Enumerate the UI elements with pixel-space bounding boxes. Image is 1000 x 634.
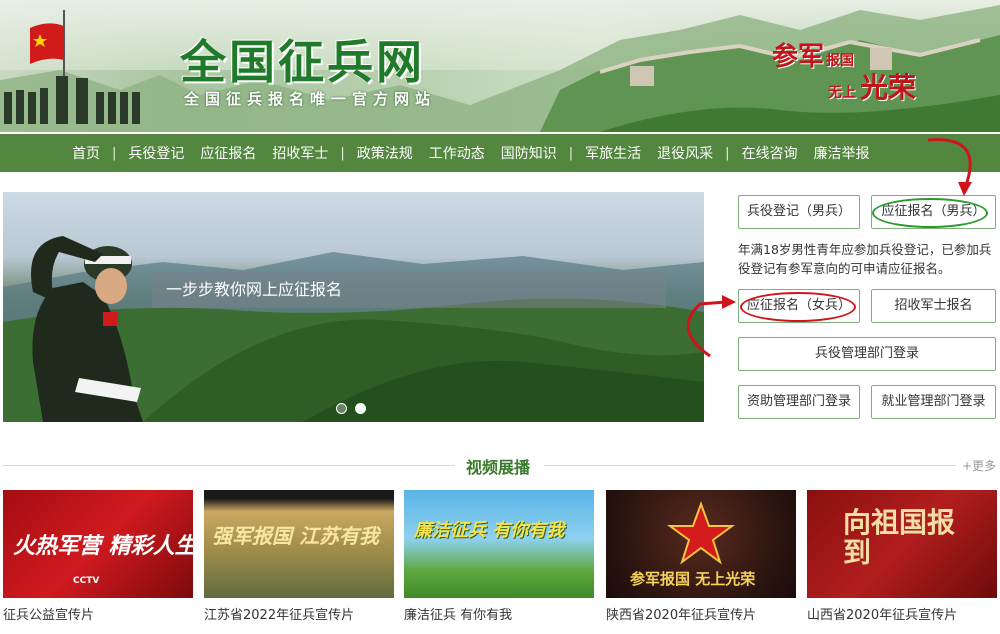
video-caption[interactable]: 廉洁征兵 有你有我 (404, 604, 512, 623)
nav-integrity-report[interactable]: 廉洁举报 (806, 143, 878, 163)
video-thumbnail[interactable]: 廉洁征兵 有你有我 (404, 490, 594, 598)
nav-separator: | (112, 145, 117, 161)
video-art-title: 火热军营 精彩人生 (13, 534, 193, 559)
nav-online-consult[interactable]: 在线咨询 (734, 143, 806, 163)
slogan-text: 光荣 (860, 71, 917, 104)
video-thumbnail[interactable]: 强军报国 江苏有我 (204, 490, 394, 598)
slogan-text: 无上 (828, 85, 856, 101)
carousel-dot[interactable] (336, 403, 347, 414)
btn-nco-signup[interactable]: 招收军士报名 (871, 289, 996, 323)
video-art-sub: CCTV (73, 576, 100, 586)
nav-separator: | (725, 145, 730, 161)
video-thumbnail[interactable]: 向祖国报到 (807, 490, 997, 598)
nav-home[interactable]: 首页 (64, 143, 108, 163)
video-caption[interactable]: 江苏省2022年征兵宣传片 (204, 604, 354, 623)
btn-employment-admin-login[interactable]: 就业管理部门登录 (871, 385, 996, 419)
btn-aid-admin-login[interactable]: 资助管理部门登录 (738, 385, 860, 419)
slogan-text: 参军 (772, 42, 825, 72)
nav-work-news[interactable]: 工作动态 (421, 143, 493, 163)
hero-caption[interactable]: 一步步教你网上应征报名 (152, 272, 666, 308)
site-subtitle: 全国征兵报名唯一官方网站 (184, 90, 437, 108)
video-art-title: 廉洁征兵 有你有我 (414, 520, 565, 541)
nav-enlistment-signup[interactable]: 应征报名 (192, 143, 264, 163)
nav-policies[interactable]: 政策法规 (349, 143, 421, 163)
btn-enlist-female[interactable]: 应征报名（女兵） (738, 289, 860, 323)
video-caption[interactable]: 陕西省2020年征兵宣传片 (606, 604, 756, 623)
site-banner: 全国征兵网 全国征兵报名唯一官方网站 参军 报国 无上 光荣 (0, 0, 1000, 132)
nav-defense-knowledge[interactable]: 国防知识 (493, 143, 565, 163)
slogan-bottom: 无上 光荣 (828, 66, 916, 106)
arrow-head-icon (722, 295, 736, 309)
more-videos-link[interactable]: +更多 (962, 457, 996, 474)
video-section-title: 视频展播 (466, 458, 531, 477)
carousel-dots (336, 403, 366, 414)
registration-description: 年满18岁男性青年应参加兵役登记，已参加兵役登记有参军意向的可申请应征报名。 (738, 242, 992, 276)
nav-military-registration[interactable]: 兵役登记 (120, 143, 192, 163)
section-divider (3, 465, 455, 466)
btn-admin-login[interactable]: 兵役管理部门登录 (738, 337, 996, 371)
btn-register-male[interactable]: 兵役登记（男兵） (738, 195, 860, 229)
video-art-title: 强军报国 江苏有我 (212, 524, 379, 548)
arrow-head-icon (958, 182, 972, 196)
video-thumbnail[interactable]: 参军报国 无上光荣 (606, 490, 796, 598)
video-thumbnail[interactable]: 火热军营 精彩人生 CCTV (3, 490, 193, 598)
section-divider (544, 465, 956, 466)
nav-separator: | (568, 145, 574, 161)
video-caption[interactable]: 山西省2020年征兵宣传片 (807, 604, 957, 623)
video-art-title: 向祖国报到 (843, 506, 956, 569)
nav-nco-recruit[interactable]: 招收军士 (264, 143, 336, 163)
nav-separator: | (340, 145, 345, 161)
nav-military-life[interactable]: 军旅生活 (577, 143, 649, 163)
btn-enlist-male[interactable]: 应征报名（男兵） (871, 195, 996, 229)
video-art-title: 参军报国 无上光荣 (630, 570, 756, 588)
carousel-dot-active[interactable] (355, 403, 366, 414)
nav-veterans[interactable]: 退役风采 (649, 143, 721, 163)
main-nav: 首页 | 兵役登记 应征报名 招收军士 | 政策法规 工作动态 国防知识 | 军… (0, 134, 1000, 172)
video-caption[interactable]: 征兵公益宣传片 (3, 604, 94, 623)
site-title: 全国征兵网 (180, 35, 425, 89)
